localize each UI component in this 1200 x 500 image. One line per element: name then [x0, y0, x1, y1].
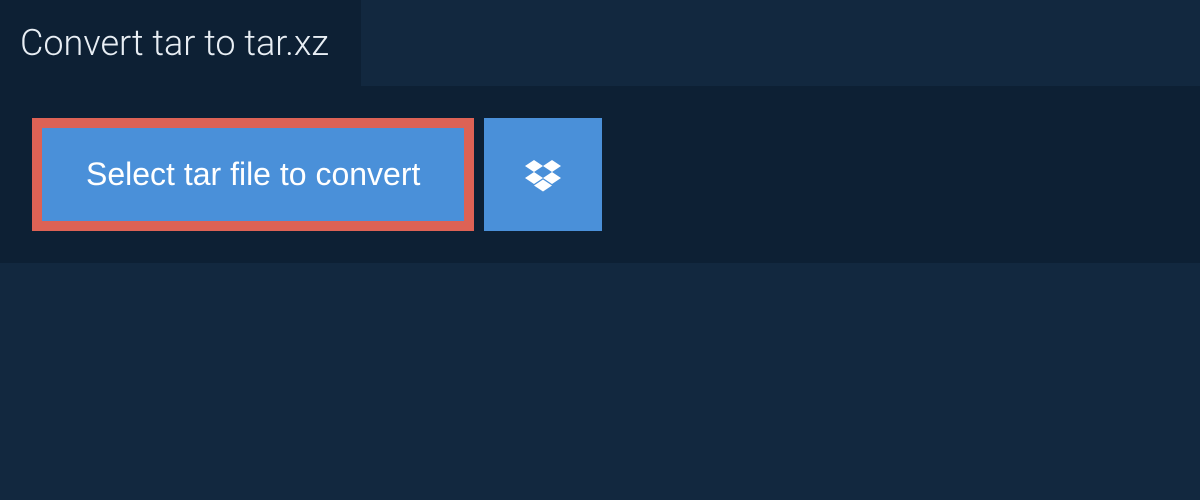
- tab-header: Convert tar to tar.xz: [0, 0, 361, 86]
- tab-content: Select tar file to convert: [0, 86, 1200, 263]
- page-title: Convert tar to tar.xz: [20, 22, 329, 64]
- dropbox-icon: [525, 157, 561, 193]
- select-file-highlight: Select tar file to convert: [32, 118, 474, 231]
- select-file-label: Select tar file to convert: [86, 156, 420, 192]
- dropbox-button[interactable]: [484, 118, 602, 231]
- select-file-button[interactable]: Select tar file to convert: [42, 128, 464, 221]
- button-row: Select tar file to convert: [32, 118, 1168, 231]
